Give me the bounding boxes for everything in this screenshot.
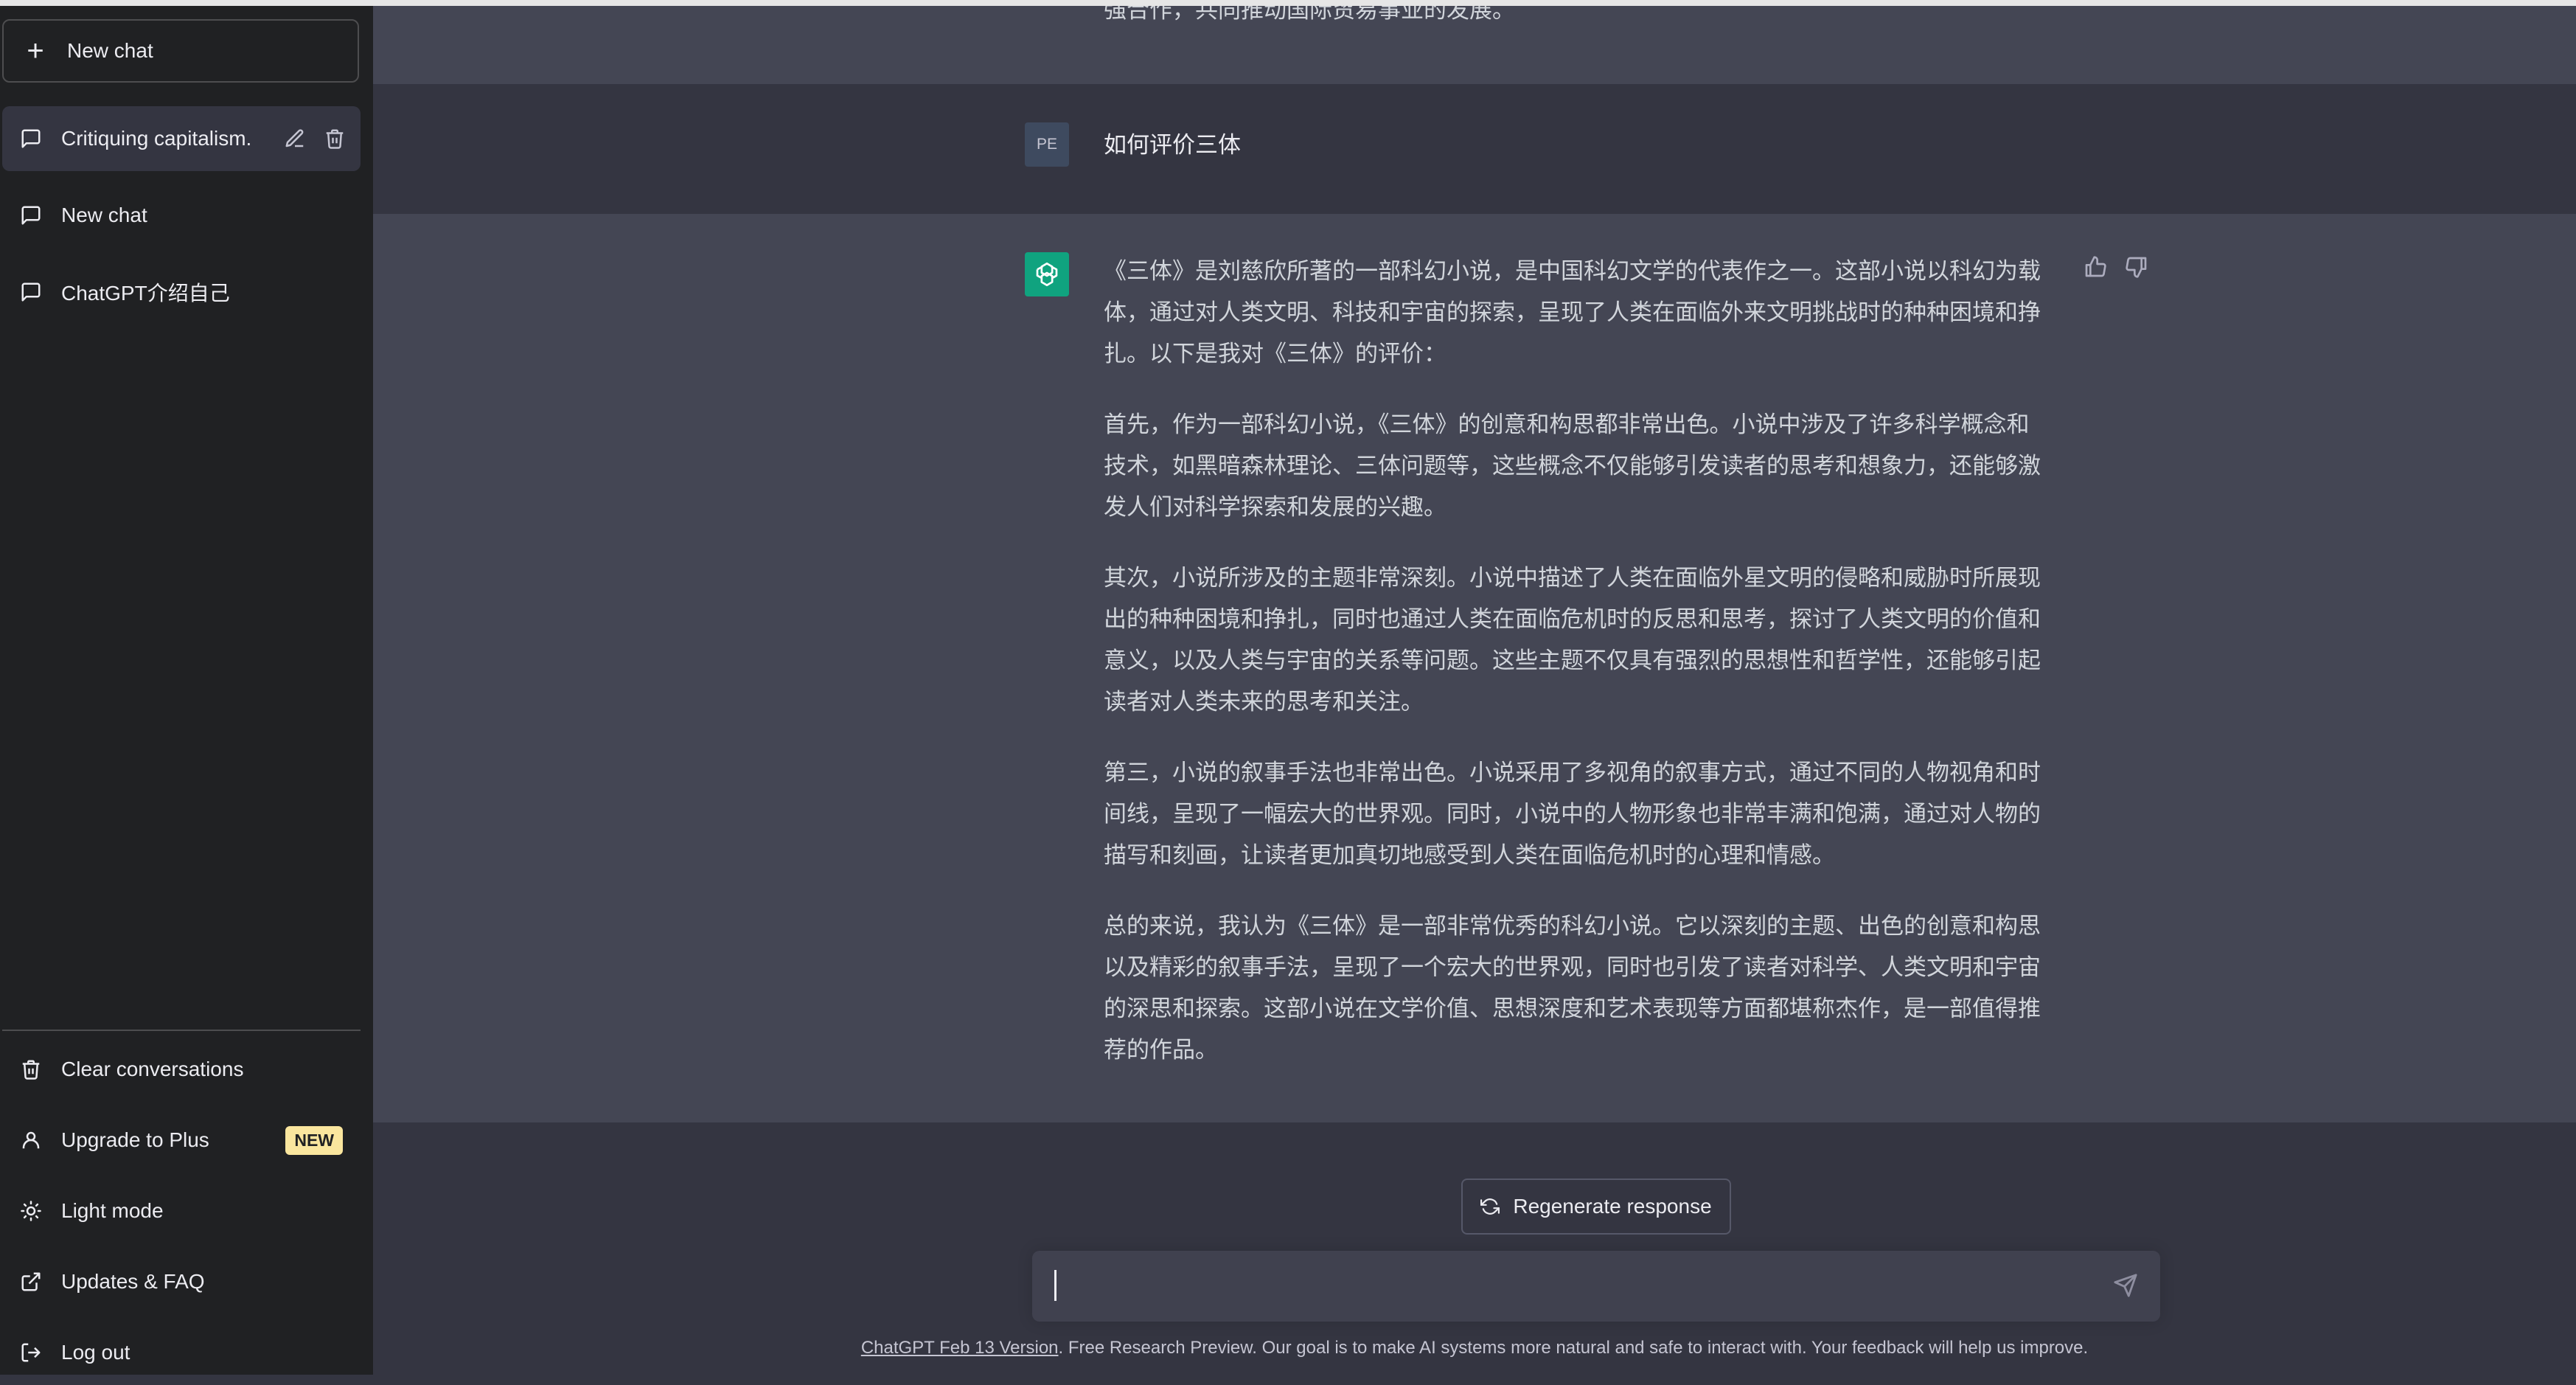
conversation-label: ChatGPT介绍自己 — [61, 282, 230, 305]
edit-icon[interactable] — [284, 128, 306, 150]
footer-text: . Free Research Preview. Our goal is to … — [1058, 1338, 2089, 1358]
chat-main: 强合作，共同推动国际贸易事业的发展。 PE 如何评价三体 《三体》是刘慈欣所著的… — [373, 6, 2576, 1375]
menu-label: Updates & FAQ — [61, 1270, 205, 1293]
plus-icon: + — [27, 35, 44, 67]
trash-icon[interactable] — [324, 128, 346, 150]
footer-disclaimer: ChatGPT Feb 13 Version. Free Research Pr… — [373, 1338, 2576, 1358]
conversation-item-new-chat[interactable]: New chat — [2, 183, 361, 248]
feedback-buttons — [2084, 255, 2148, 279]
assistant-paragraph: 《三体》是刘慈欣所著的一部科幻小说，是中国科幻文学的代表作之一。这部小说以科幻为… — [1104, 258, 2041, 367]
clear-conversations-button[interactable]: Clear conversations — [2, 1037, 361, 1102]
regenerate-response-button[interactable]: Regenerate response — [1461, 1179, 1731, 1235]
assistant-paragraph: 第三，小说的叙事手法也非常出色。小说采用了多视角的叙事方式，通过不同的人物视角和… — [1104, 760, 2041, 868]
user-avatar: PE — [1025, 122, 1069, 167]
logout-icon — [20, 1341, 42, 1364]
chat-bubble-icon — [20, 281, 42, 303]
assistant-message: 《三体》是刘慈欣所著的一部科幻小说，是中国科幻文学的代表作之一。这部小说以科幻为… — [1104, 251, 2051, 1100]
user-message: 如何评价三体 — [1104, 132, 1241, 158]
window-top-strip — [0, 0, 2576, 6]
send-icon[interactable] — [2113, 1273, 2138, 1298]
menu-label: Clear conversations — [61, 1058, 244, 1080]
assistant-paragraph: 其次，小说所涉及的主题非常深刻。小说中描述了人类在面临外星文明的侵略和威胁时所展… — [1104, 565, 2041, 715]
new-badge: NEW — [285, 1125, 343, 1155]
updates-faq-link[interactable]: Updates & FAQ — [2, 1249, 361, 1314]
openai-logo-icon — [1025, 252, 1069, 296]
assistant-paragraph: 总的来说，我认为《三体》是一部非常优秀的科幻小说。它以深刻的主题、出色的创意和构… — [1104, 913, 2041, 1063]
assistant-message-row: 《三体》是刘慈欣所著的一部科幻小说，是中国科幻文学的代表作之一。这部小说以科幻为… — [373, 214, 2576, 1122]
upgrade-to-plus-button[interactable]: Upgrade to Plus NEW — [2, 1108, 361, 1173]
trash-icon — [20, 1058, 42, 1080]
message-input[interactable] — [1050, 1268, 2085, 1307]
thumbs-up-icon[interactable] — [2084, 255, 2107, 279]
menu-label: Light mode — [61, 1199, 164, 1222]
light-mode-button[interactable]: Light mode — [2, 1179, 361, 1243]
chat-bubble-icon — [20, 128, 42, 150]
external-link-icon — [20, 1271, 42, 1293]
assistant-paragraph: 首先，作为一部科幻小说，《三体》的创意和构思都非常出色。小说中涉及了许多科学概念… — [1104, 412, 2041, 520]
new-chat-label: New chat — [67, 39, 153, 62]
chat-bubble-icon — [20, 204, 42, 226]
text-caret — [1054, 1270, 1056, 1301]
conversation-item-critiquing-capitalism[interactable]: Critiquing capitalism. — [2, 106, 361, 171]
previous-assistant-message: 强合作，共同推动国际贸易事业的发展。 — [373, 6, 2576, 86]
version-link[interactable]: ChatGPT Feb 13 Version — [861, 1338, 1059, 1358]
menu-label: Upgrade to Plus — [61, 1128, 209, 1151]
sidebar: + New chat Critiquing capitalism. New ch… — [0, 6, 373, 1375]
conversation-item-chatgpt-intro[interactable]: ChatGPT介绍自己 — [2, 260, 361, 324]
message-composer — [1032, 1251, 2160, 1322]
sun-icon — [20, 1200, 42, 1222]
user-message-row: PE 如何评价三体 — [373, 84, 2576, 215]
new-chat-button[interactable]: + New chat — [2, 19, 359, 83]
conversation-label: New chat — [61, 204, 147, 226]
refresh-icon — [1480, 1197, 1500, 1216]
thumbs-down-icon[interactable] — [2125, 255, 2148, 279]
log-out-button[interactable]: Log out — [2, 1320, 361, 1385]
conversation-label: Critiquing capitalism. — [61, 127, 252, 150]
sidebar-divider — [2, 1030, 361, 1031]
previous-message-fragment: 强合作，共同推动国际贸易事业的发展。 — [1104, 6, 1515, 23]
menu-label: Log out — [61, 1341, 130, 1364]
regenerate-label: Regenerate response — [1513, 1195, 1712, 1218]
user-icon — [20, 1129, 42, 1151]
